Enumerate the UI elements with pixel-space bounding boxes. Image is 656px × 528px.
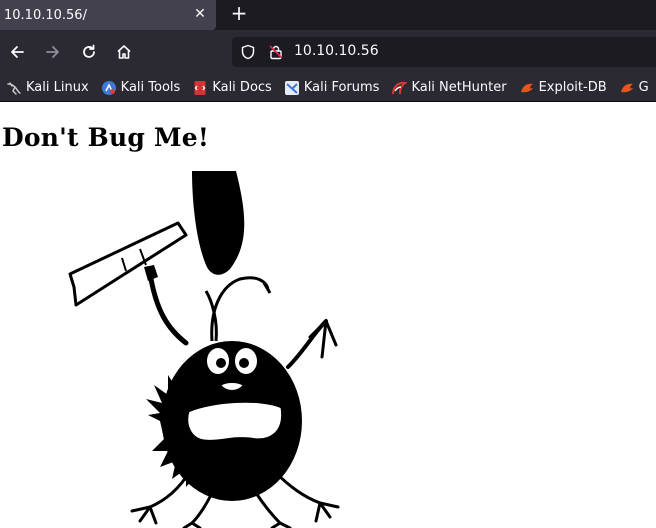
bookmark-label: Kali Tools [120, 80, 181, 95]
bookmark-kali-linux[interactable]: Kali Linux [6, 77, 95, 99]
back-arrow-icon [11, 46, 24, 58]
kali-forums-icon [284, 80, 299, 95]
back-button[interactable] [6, 41, 28, 63]
exploit-db-icon [520, 83, 533, 92]
hammer-head [192, 171, 245, 275]
bookmark-kali-tools[interactable]: Kali Tools [101, 77, 187, 99]
bookmark-kali-docs[interactable]: Kali Docs [192, 77, 278, 99]
tab-strip: 10.10.10.56/ ✕ + [0, 0, 656, 30]
forward-arrow-icon [46, 46, 59, 58]
kali-dragon-icon [7, 81, 21, 95]
nethunter-icon [392, 81, 408, 94]
ghdb-icon [620, 83, 633, 92]
raised-arm [147, 270, 189, 346]
reload-icon [83, 44, 95, 58]
hammer-handle [68, 221, 188, 307]
address-bar[interactable]: 10.10.10.56 [232, 37, 656, 67]
new-tab-button[interactable]: + [228, 2, 250, 24]
active-tab[interactable]: 10.10.10.56/ ✕ [0, 0, 216, 30]
bug-with-hammer-image [68, 171, 340, 528]
bookmark-ghdb[interactable]: G [619, 77, 655, 99]
reload-button[interactable] [78, 41, 100, 63]
shield-icon[interactable] [240, 44, 256, 60]
page-content: Don't Bug Me! [0, 103, 656, 528]
kali-tools-icon [101, 80, 116, 95]
forward-button[interactable] [42, 41, 64, 63]
tab-title: 10.10.10.56/ [4, 7, 87, 23]
bookmarks-toolbar: Kali Linux Kali Tools Kali Docs Kali For… [0, 74, 656, 102]
bookmark-kali-nethunter[interactable]: Kali NetHunter [391, 77, 512, 99]
home-button[interactable] [113, 41, 135, 63]
bookmark-kali-forums[interactable]: Kali Forums [284, 77, 386, 99]
page-heading: Don't Bug Me! [2, 123, 210, 152]
insecure-lock-icon[interactable] [268, 44, 284, 60]
bookmark-label: Kali Docs [212, 80, 272, 95]
bookmark-label: Kali NetHunter [411, 80, 507, 95]
kali-docs-icon [194, 80, 206, 95]
bug-mouth [185, 399, 285, 443]
home-icon [117, 45, 131, 59]
bookmark-label: Exploit-DB [538, 80, 607, 95]
bookmark-label: G [638, 80, 649, 95]
bookmark-label: Kali Forums [303, 80, 380, 95]
bookmark-label: Kali Linux [26, 80, 89, 95]
close-tab-icon[interactable]: ✕ [192, 6, 208, 22]
url-text[interactable]: 10.10.10.56 [294, 43, 379, 59]
bookmark-exploit-db[interactable]: Exploit-DB [519, 77, 613, 99]
